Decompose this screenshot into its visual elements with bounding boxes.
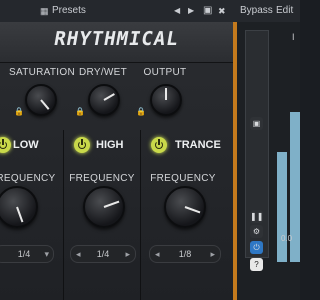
plugin-title: RHYTHMICAL: [52, 28, 181, 50]
output-knob[interactable]: [150, 84, 182, 116]
plugin-titlebar: RHYTHMICAL: [0, 22, 233, 63]
meter-frame: [245, 30, 269, 258]
chevron-left-icon[interactable]: ◂: [76, 246, 81, 262]
settings-icon[interactable]: ⚙: [250, 225, 263, 238]
low-rate-selector[interactable]: 1/4 ▾: [0, 245, 54, 263]
presets-label[interactable]: Presets: [52, 0, 86, 22]
host-toolbar: ▦ Presets ◀ ▶ ▣ ✖ Bypass Edit: [0, 0, 300, 23]
high-rate-value: 1/4: [96, 249, 110, 259]
save-preset-icon[interactable]: ▣: [203, 0, 212, 22]
high-power-button[interactable]: [74, 137, 90, 153]
saturation-knob[interactable]: [25, 84, 57, 116]
bypass-button[interactable]: Bypass: [240, 0, 273, 22]
low-frequency-knob[interactable]: [0, 186, 38, 228]
band-low: LOW FREQUENCY 1/4 ▾: [0, 130, 62, 300]
edit-button[interactable]: Edit: [276, 0, 293, 22]
presets-grid-icon[interactable]: ▦: [40, 0, 49, 22]
trance-rate-selector[interactable]: ◂ 1/8 ▸: [149, 245, 221, 263]
output-label: OUTPUT: [143, 67, 187, 78]
trance-power-button[interactable]: [151, 137, 167, 153]
trance-rate-value: 1/8: [178, 249, 192, 259]
high-rate-selector[interactable]: ◂ 1/4 ▸: [70, 245, 136, 263]
output-lock-icon[interactable]: 🔒: [136, 107, 146, 116]
meter-scale-top: I: [292, 32, 295, 42]
high-frequency-label: FREQUENCY: [69, 173, 135, 184]
low-power-button[interactable]: [0, 137, 11, 153]
saturation-lock-icon[interactable]: 🔒: [14, 107, 24, 116]
drywet-lock-icon[interactable]: 🔒: [75, 107, 85, 116]
band-trance: TRANCE FREQUENCY ◂ 1/8 ▸: [140, 130, 234, 300]
help-icon[interactable]: ?: [250, 258, 263, 271]
power-icon[interactable]: ⏻: [250, 241, 263, 254]
drywet-label: DRY/WET: [78, 67, 128, 78]
high-band-label: HIGH: [96, 139, 124, 151]
high-frequency-knob[interactable]: [83, 186, 125, 228]
chevron-left-icon[interactable]: ◂: [155, 246, 160, 262]
band-high: HIGH FREQUENCY ◂ 1/4 ▸: [63, 130, 140, 300]
output-meter-panel: I ▣ ❚❚ ⚙ ⏻ ? 0.0: [237, 22, 300, 300]
randomize-icon[interactable]: ✖: [218, 0, 226, 22]
pause-button[interactable]: ❚❚: [250, 210, 263, 223]
trance-frequency-knob[interactable]: [164, 186, 206, 228]
prev-preset-icon[interactable]: ◀: [174, 0, 180, 22]
meter-bar-left: [277, 152, 287, 262]
chevron-right-icon[interactable]: ▸: [210, 246, 215, 262]
chevron-right-icon[interactable]: ▸: [125, 246, 130, 262]
low-rate-value: 1/4: [17, 249, 31, 259]
drywet-knob[interactable]: [88, 84, 120, 116]
snapshot-icon[interactable]: ▣: [250, 117, 263, 130]
trance-frequency-label: FREQUENCY: [150, 173, 216, 184]
low-frequency-label: FREQUENCY: [0, 173, 56, 184]
meter-readout: 0.0: [281, 234, 293, 243]
chevron-down-icon: ▾: [44, 249, 49, 259]
saturation-label: SATURATION: [9, 67, 75, 78]
trance-band-label: TRANCE: [175, 139, 221, 151]
plugin-panel: RHYTHMICAL SATURATION DRY/WET 🔒 OUTPUT 🔒…: [0, 22, 233, 300]
low-band-label: LOW: [13, 139, 39, 151]
next-preset-icon[interactable]: ▶: [188, 0, 194, 22]
